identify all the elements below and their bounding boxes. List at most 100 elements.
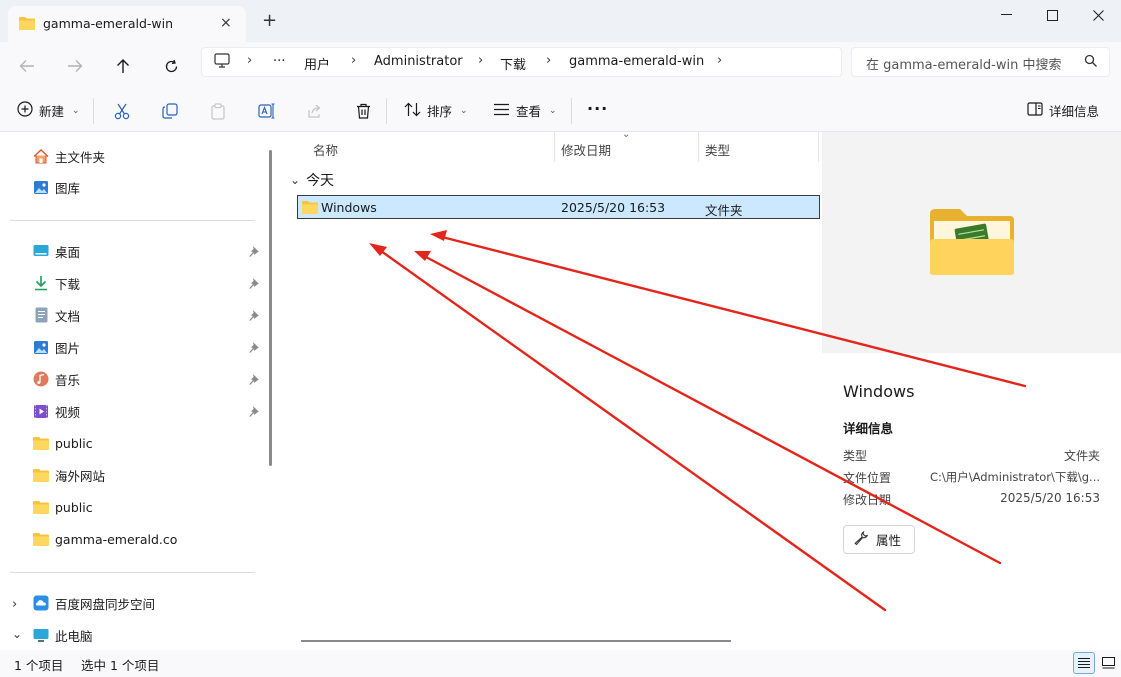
sort-icon xyxy=(404,102,421,120)
group-header-today[interactable]: ⌄ 今天 xyxy=(290,170,334,190)
sidebar-item-public-2[interactable]: public xyxy=(33,495,93,519)
details-view-button[interactable] xyxy=(1073,652,1095,674)
refresh-button[interactable] xyxy=(157,52,185,80)
column-divider[interactable] xyxy=(818,132,819,162)
collapse-chevron-icon[interactable]: ⌄ xyxy=(12,627,22,641)
rename-button[interactable] xyxy=(256,101,276,121)
column-divider[interactable] xyxy=(698,132,699,162)
sidebar-scrollbar[interactable] xyxy=(269,150,272,466)
trash-icon xyxy=(356,103,370,119)
breadcrumb-administrator[interactable]: Administrator xyxy=(374,54,463,69)
search-input[interactable]: 在 gamma-emerald-win 中搜索 xyxy=(851,47,1110,77)
close-window-button[interactable] xyxy=(1075,0,1121,30)
divider xyxy=(571,98,572,124)
tiles-view-button[interactable] xyxy=(1097,652,1119,674)
new-tab-button[interactable]: + xyxy=(262,11,277,31)
details-pane: Windows 详细信息 类型 文件夹 文件位置 C:\用户\Administr… xyxy=(822,132,1121,650)
details-modified-key: 修改日期 xyxy=(843,493,892,507)
breadcrumb-current-folder[interactable]: gamma-emerald-win xyxy=(569,54,704,69)
folder-icon xyxy=(33,467,49,483)
breadcrumb-chevron-icon[interactable]: › xyxy=(247,53,252,68)
breadcrumb-chevron-icon[interactable]: › xyxy=(351,53,356,68)
delete-button[interactable] xyxy=(353,101,373,121)
pin-icon[interactable] xyxy=(248,277,260,289)
share-icon xyxy=(308,104,321,118)
sidebar-item-home[interactable]: 主文件夹 xyxy=(33,144,105,168)
divider xyxy=(93,98,94,124)
share-button[interactable] xyxy=(304,101,324,121)
forward-button[interactable] xyxy=(61,52,89,80)
sidebar-item-baidu-sync[interactable]: 百度网盘同步空间 xyxy=(33,591,155,615)
sidebar-item-overseas-sites[interactable]: 海外网站 xyxy=(33,463,105,487)
sidebar-item-videos[interactable]: 视频 xyxy=(33,399,80,423)
details-location-key: 文件位置 xyxy=(843,471,892,485)
folder-icon xyxy=(19,16,35,33)
sort-button[interactable]: 排序 ⌄ xyxy=(404,101,468,120)
cut-button[interactable] xyxy=(112,101,132,121)
videos-icon xyxy=(33,403,49,419)
up-button[interactable] xyxy=(109,52,137,80)
selection-count: 选中 1 个项目 xyxy=(81,658,160,673)
file-list: 名称 ⌄ 修改日期 类型 ⌄ 今天 Windows 2025/5/20 16:5… xyxy=(283,129,820,650)
pin-icon[interactable] xyxy=(248,373,260,385)
divider xyxy=(10,220,255,221)
home-icon xyxy=(33,148,49,164)
chevron-down-icon: ⌄ xyxy=(460,105,468,116)
search-placeholder: 在 gamma-emerald-win 中搜索 xyxy=(866,58,1062,73)
more-options-button[interactable]: ··· xyxy=(587,99,608,118)
this-pc-icon[interactable] xyxy=(214,53,230,72)
pin-icon[interactable] xyxy=(248,341,260,353)
breadcrumb-users[interactable]: 用户 xyxy=(304,54,330,73)
address-row: › ··· 用户 › Administrator › 下载 › gamma-em… xyxy=(0,42,1121,90)
documents-icon xyxy=(33,307,49,323)
sidebar-item-music[interactable]: 音乐 xyxy=(33,367,80,391)
breadcrumb-downloads[interactable]: 下载 xyxy=(500,54,526,73)
command-bar: 新建 ⌄ 排序 ⌄ 查看 ⌄ ··· 详细信息 xyxy=(0,90,1121,132)
minimize-button[interactable] xyxy=(983,0,1029,30)
expand-chevron-icon[interactable]: › xyxy=(12,597,17,612)
sidebar-item-public[interactable]: public xyxy=(33,431,93,455)
wrench-icon xyxy=(854,530,869,548)
status-bar: 1 个项目 选中 1 个项目 xyxy=(0,650,1121,677)
folder-icon xyxy=(33,435,49,451)
new-button[interactable]: 新建 ⌄ xyxy=(17,101,80,120)
folder-icon xyxy=(302,200,318,217)
sidebar-item-pictures[interactable]: 图片 xyxy=(33,335,80,359)
breadcrumb-chevron-icon[interactable]: › xyxy=(717,53,722,68)
sidebar-item-this-pc[interactable]: 此电脑 xyxy=(33,623,93,647)
column-header-type[interactable]: 类型 xyxy=(705,140,730,159)
sidebar-item-gamma-emerald-co[interactable]: gamma-emerald.co xyxy=(33,527,177,551)
table-row[interactable]: Windows 2025/5/20 16:53 文件夹 xyxy=(297,195,820,219)
column-header-name[interactable]: 名称 xyxy=(313,140,338,159)
view-button[interactable]: 查看 ⌄ xyxy=(493,101,557,120)
back-button[interactable] xyxy=(13,52,41,80)
sidebar-item-documents[interactable]: 文档 xyxy=(33,303,80,327)
pin-icon[interactable] xyxy=(248,245,260,257)
title-bar: gamma-emerald-win × + xyxy=(0,0,1121,42)
breadcrumb[interactable]: › ··· 用户 › Administrator › 下载 › gamma-em… xyxy=(201,47,842,77)
sidebar-item-downloads[interactable]: 下载 xyxy=(33,271,80,295)
column-divider[interactable] xyxy=(554,132,555,162)
column-header-modified[interactable]: 修改日期 xyxy=(561,140,611,159)
details-item-name: Windows xyxy=(843,382,915,401)
new-label: 新建 xyxy=(39,104,65,119)
sidebar-item-gallery[interactable]: 图库 xyxy=(33,175,80,199)
desktop-icon xyxy=(33,243,49,259)
horizontal-scrollbar[interactable] xyxy=(301,640,731,642)
breadcrumb-chevron-icon[interactable]: › xyxy=(546,53,551,68)
breadcrumb-chevron-icon[interactable]: › xyxy=(478,53,483,68)
close-tab-icon[interactable]: × xyxy=(220,15,232,31)
pin-icon[interactable] xyxy=(248,405,260,417)
music-icon xyxy=(33,371,49,387)
details-pane-button[interactable]: 详细信息 xyxy=(1027,101,1099,120)
preview-area xyxy=(822,132,1121,353)
view-list-icon xyxy=(493,103,510,119)
sidebar-item-desktop[interactable]: 桌面 xyxy=(33,239,80,263)
tab-gamma-emerald-win[interactable]: gamma-emerald-win × xyxy=(8,6,246,42)
properties-button[interactable]: 属性 xyxy=(843,525,915,554)
copy-button[interactable] xyxy=(160,101,180,121)
maximize-button[interactable] xyxy=(1029,0,1075,30)
pin-icon[interactable] xyxy=(248,309,260,321)
breadcrumb-overflow[interactable]: ··· xyxy=(273,54,285,69)
paste-button[interactable] xyxy=(208,101,228,121)
